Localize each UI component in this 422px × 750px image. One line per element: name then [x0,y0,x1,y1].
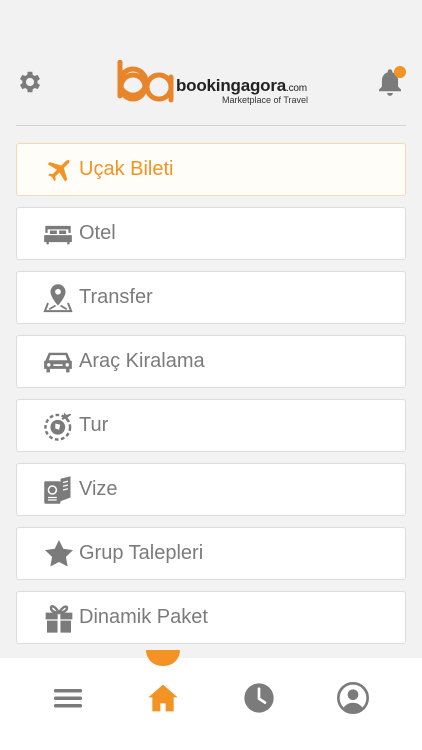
header-divider [16,125,406,126]
star-icon [43,538,77,570]
menu-item-dinamik-paket[interactable]: Dinamik Paket [16,591,406,644]
logo-wordmark: bookingagora.com [176,76,307,96]
map-pin-icon [43,282,77,314]
menu-item-label: Vize [79,478,118,500]
menu-item-label: Transfer [79,286,153,308]
home-icon [148,684,178,712]
gear-icon [19,71,41,93]
tab-menu[interactable] [48,680,88,716]
hamburger-menu-icon [54,689,82,708]
menu-item-label: Otel [79,222,116,244]
tab-history[interactable] [239,680,279,716]
menu-item-label: Araç Kiralama [79,350,205,372]
menu-item-label: Grup Talepleri [79,542,204,564]
bottom-tab-bar [0,650,422,750]
menu-item-otel[interactable]: Otel [16,207,406,260]
menu-item-label: Uçak Bileti [79,158,174,180]
app-header: bookingagora.com Marketplace of Travel [0,0,422,126]
tab-profile[interactable] [333,680,373,716]
car-icon [43,346,77,378]
logo-tagline: Marketplace of Travel [222,95,309,105]
menu-item-transfer[interactable]: Transfer [16,271,406,324]
menu-item-tur[interactable]: Tur [16,399,406,452]
menu-item-ucak-bileti[interactable]: Uçak Bileti [16,143,406,196]
ba-logo-mark-icon [117,60,174,103]
tab-home[interactable] [143,680,183,716]
tour-globe-icon [43,410,77,442]
menu-item-arac-kiralama[interactable]: Araç Kiralama [16,335,406,388]
logo-word-text: bookingagora [176,76,286,95]
active-tab-indicator [146,650,180,666]
menu-item-label: Tur [79,414,109,436]
clock-icon [244,683,274,713]
plane-icon [43,154,77,186]
notification-badge [394,66,406,78]
menu-item-grup-talepleri[interactable]: Grup Talepleri [16,527,406,580]
menu-item-label: Dinamik Paket [79,606,208,628]
menu-item-vize[interactable]: Vize [16,463,406,516]
bookingagora-logo: bookingagora.com Marketplace of Travel [114,60,314,106]
notifications-button[interactable] [372,64,408,100]
bed-icon [43,218,77,250]
logo-domain-text: .com [286,83,307,94]
passport-icon [43,474,77,506]
user-icon [337,682,369,714]
settings-button[interactable] [14,66,46,98]
gift-icon [43,602,77,634]
